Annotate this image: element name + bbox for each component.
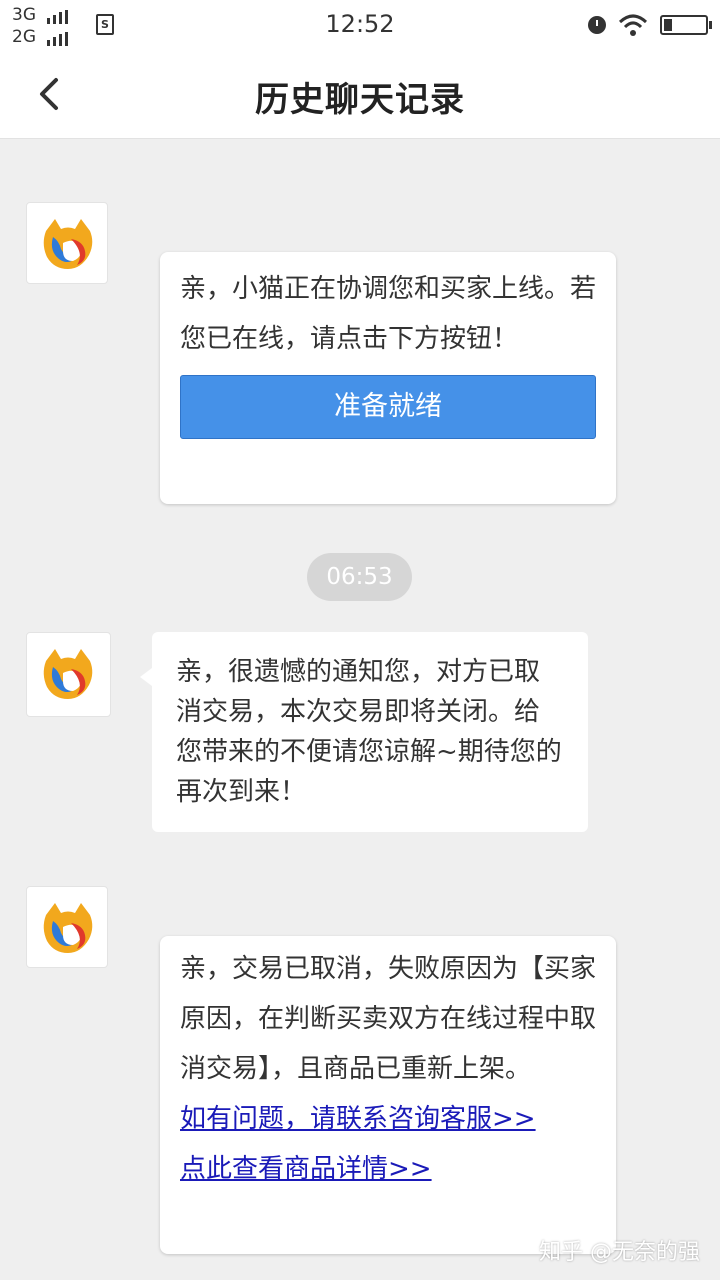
- header: 历史聊天记录: [0, 50, 720, 139]
- ready-button[interactable]: 准备就绪: [180, 375, 596, 439]
- battery-icon: [660, 15, 712, 35]
- watermark: 知乎 @无奈的强: [539, 1240, 700, 1265]
- item-details-link[interactable]: 点此查看商品详情>>: [180, 1144, 596, 1194]
- avatar[interactable]: [26, 202, 108, 284]
- timestamp-badge: 06:53: [307, 553, 412, 601]
- message-bubble: 亲，很遗憾的通知您，对方已取消交易，本次交易即将关闭。给您带来的不便请您谅解~期…: [140, 632, 588, 832]
- message-bubble: 亲，交易已取消，失败原因为【买家原因，在判断买卖双方在线过程中取消交易】，且商品…: [160, 936, 616, 1254]
- status-icons: [588, 12, 712, 38]
- avatar[interactable]: [26, 632, 111, 717]
- contact-support-link[interactable]: 如有问题，请联系咨询客服>>: [180, 1094, 596, 1144]
- avatar[interactable]: [26, 886, 108, 968]
- cat-logo-icon: [43, 219, 93, 269]
- cat-logo-icon: [43, 649, 93, 699]
- cat-logo-icon: [43, 903, 93, 953]
- alarm-icon: [588, 16, 606, 34]
- page-title: 历史聊天记录: [255, 80, 465, 120]
- message-bubble: 亲，小猫正在协调您和买家上线。若您已在线，请点击下方按钮！ 准备就绪: [160, 252, 616, 504]
- message-text: 亲，很遗憾的通知您，对方已取消交易，本次交易即将关闭。给您带来的不便请您谅解~期…: [176, 657, 562, 807]
- message-text: 亲，小猫正在协调您和买家上线。若您已在线，请点击下方按钮！: [180, 274, 597, 354]
- wifi-icon: [618, 14, 648, 36]
- message-text: 亲，交易已取消，失败原因为【买家原因，在判断买卖双方在线过程中取消交易】，且商品…: [180, 954, 597, 1084]
- status-bar: 3G 2G S 12:52: [0, 0, 720, 50]
